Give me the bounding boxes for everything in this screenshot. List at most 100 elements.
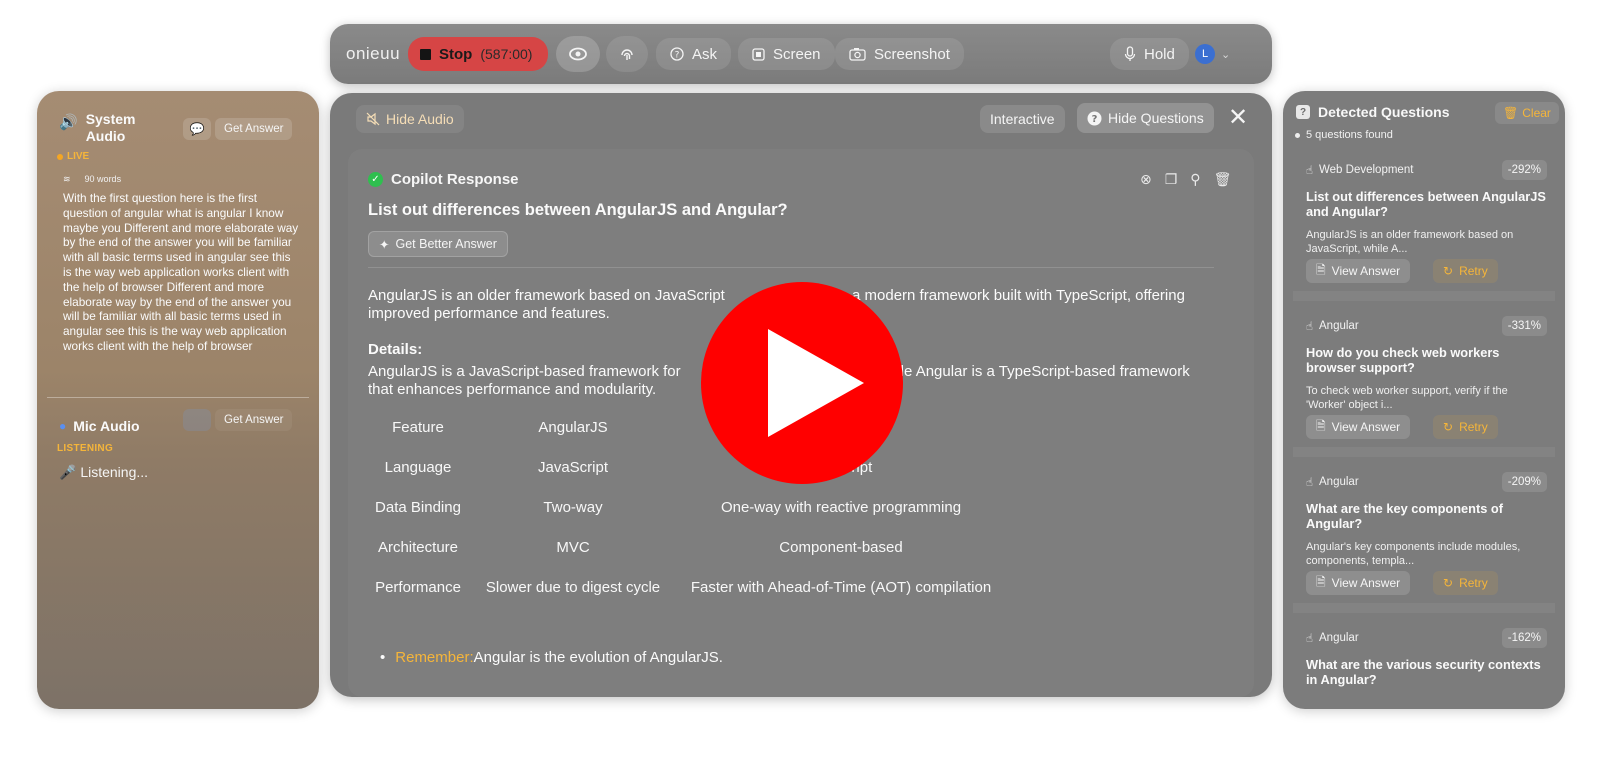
trash-icon[interactable]: 🗑 [1214, 171, 1232, 188]
stop-button[interactable]: Stop (587:00) [408, 37, 548, 71]
bullet-icon: • [380, 649, 386, 666]
interactive-button[interactable]: Interactive [980, 105, 1065, 133]
comparison-table: Feature AngularJS Language JavaScript yp… [368, 407, 1004, 607]
question-text: What are the key components of Angular? [1306, 501, 1503, 531]
help-circle-icon: ? [1087, 111, 1102, 125]
screen-button[interactable]: Screen [738, 38, 835, 70]
dot-icon [1295, 132, 1300, 138]
close-icon[interactable]: ✕ [1228, 103, 1248, 132]
ask-label: Ask [692, 45, 718, 63]
system-get-answer-button[interactable]: Get Answer [215, 118, 293, 140]
question-icon: ? [1296, 105, 1310, 119]
sparkle-icon: ✦ [379, 237, 390, 252]
detected-questions-title: Detected Questions [1318, 104, 1450, 120]
document-icon: 🗎 [1316, 574, 1326, 589]
system-audio-header: 🔊 System Audio [59, 111, 156, 145]
retry-button[interactable]: ↻ Retry [1433, 571, 1498, 595]
detected-questions-panel: ? Detected Questions 🗑 Clear 5 questions… [1283, 91, 1565, 709]
get-better-answer-label: Get Better Answer [395, 237, 497, 251]
response-title: Copilot Response [391, 171, 519, 188]
avatar: L [1195, 44, 1215, 64]
screen-icon [752, 47, 765, 61]
listening-label: LISTENING [57, 443, 114, 454]
system-transcript: With the first question here is the firs… [63, 191, 299, 353]
clear-button[interactable]: 🗑 Clear [1495, 102, 1559, 124]
view-answer-button[interactable]: 🗎 View Answer [1306, 571, 1411, 595]
view-answer-button[interactable]: 🗎 View Answer [1306, 259, 1411, 283]
retry-button[interactable]: ↻ Retry [1433, 259, 1498, 283]
table-row: Data Binding Two-way One-way with reacti… [368, 487, 1004, 527]
view-answer-button[interactable]: 🗎 View Answer [1306, 415, 1411, 439]
table-cell: Faster with Ahead-of-Time (AOT) compilat… [690, 578, 992, 596]
cursor-icon: ☝ [1306, 633, 1314, 645]
category-label: Angular [1319, 632, 1359, 644]
card-separator [1293, 603, 1555, 613]
refresh-icon: ↻ [1443, 264, 1454, 278]
card-separator [1293, 291, 1555, 301]
questions-found-text: 5 questions found [1306, 129, 1393, 141]
chevron-down-icon: ⌄ [1221, 48, 1231, 61]
questions-found: 5 questions found [1295, 129, 1393, 141]
table-cell: MVC [556, 538, 590, 556]
word-count-label: 90 words [84, 174, 122, 184]
divider [368, 267, 1214, 268]
screenshot-button[interactable]: Screenshot [835, 38, 964, 70]
stop-circle-icon[interactable]: ⊗ [1140, 171, 1152, 188]
question-card: ☝ Angular -209% What are the key compone… [1293, 469, 1555, 599]
touch-toggle[interactable] [606, 36, 648, 72]
audio-panel: 🔊 System Audio 💬 Get Answer LIVE ≋ 90 wo… [37, 91, 319, 709]
mic-audio-title: Mic Audio [73, 418, 140, 434]
ask-button[interactable]: ? Ask [656, 38, 732, 70]
clear-label: Clear [1522, 106, 1551, 120]
mic-icon: ● [59, 419, 67, 433]
mic-get-answer-button[interactable]: Get Answer [215, 409, 293, 431]
stop-icon [420, 48, 431, 60]
retry-button[interactable]: ↻ Retry [1433, 415, 1498, 439]
remember-label: Remember: [395, 649, 474, 666]
wave-icon: ≋ [63, 174, 71, 184]
stop-label: Stop [439, 45, 473, 63]
stop-timer: (587:00) [480, 46, 533, 62]
pin-icon[interactable]: ⚲ [1190, 171, 1200, 188]
hold-label: Hold [1144, 45, 1175, 63]
category-label: Web Development [1319, 164, 1414, 176]
table-header: AngularJS [538, 418, 608, 436]
trash-icon: 🗑 [1503, 106, 1519, 120]
response-header: ✓ Copilot Response [368, 171, 519, 188]
question-category: ☝ Angular [1306, 319, 1359, 333]
question-card: ☝ Web Development -292% List out differe… [1293, 157, 1555, 287]
details-right: hile Angular is a TypeScript-based frame… [889, 363, 1190, 380]
hide-audio-button[interactable]: Hide Audio [356, 105, 464, 133]
question-card: ☝ Angular -162% What are the various sec… [1293, 625, 1555, 709]
view-answer-label: View Answer [1331, 264, 1401, 278]
play-icon [768, 329, 864, 437]
screen-label: Screen [773, 45, 821, 63]
question-text: How do you check web workers browser sup… [1306, 345, 1500, 375]
question-category: ☝ Angular [1306, 475, 1359, 489]
hide-questions-button[interactable]: ? Hide Questions [1077, 103, 1214, 133]
question-text: List out differences between AngularJS a… [1306, 189, 1546, 219]
response-question: List out differences between AngularJS a… [368, 201, 788, 219]
view-answer-label: View Answer [1331, 576, 1401, 590]
chat-toggle-button[interactable]: 💬 [183, 118, 211, 140]
remember-note: • Remember:Angular is the evolution of A… [380, 649, 723, 666]
get-better-answer-button[interactable]: ✦ Get Better Answer [368, 231, 508, 257]
chat-bubble-icon: 💬 [189, 122, 205, 136]
table-cell: Component-based [779, 538, 903, 556]
mic-audio-header: ● Mic Audio [59, 418, 140, 434]
top-toolbar: onieuu Stop (587:00) ? Ask Screen Screen… [330, 24, 1272, 84]
question-category: ☝ Web Development [1306, 163, 1413, 177]
live-indicator: LIVE [57, 151, 89, 162]
mic-chat-toggle-button[interactable] [183, 409, 211, 431]
visibility-toggle[interactable] [556, 36, 600, 72]
hold-button[interactable]: Hold [1110, 38, 1189, 70]
account-menu[interactable]: L ⌄ [1195, 38, 1230, 70]
svg-text:?: ? [675, 51, 680, 61]
table-cell: Data Binding [375, 498, 461, 516]
response-actions: ⊗ ❐ ⚲ 🗑 [1140, 171, 1231, 188]
question-score: -162% [1501, 628, 1547, 648]
refresh-icon: ↻ [1443, 576, 1454, 590]
cursor-icon: ☝ [1306, 165, 1314, 177]
copy-icon[interactable]: ❐ [1165, 171, 1178, 188]
table-cell: Architecture [377, 538, 459, 556]
